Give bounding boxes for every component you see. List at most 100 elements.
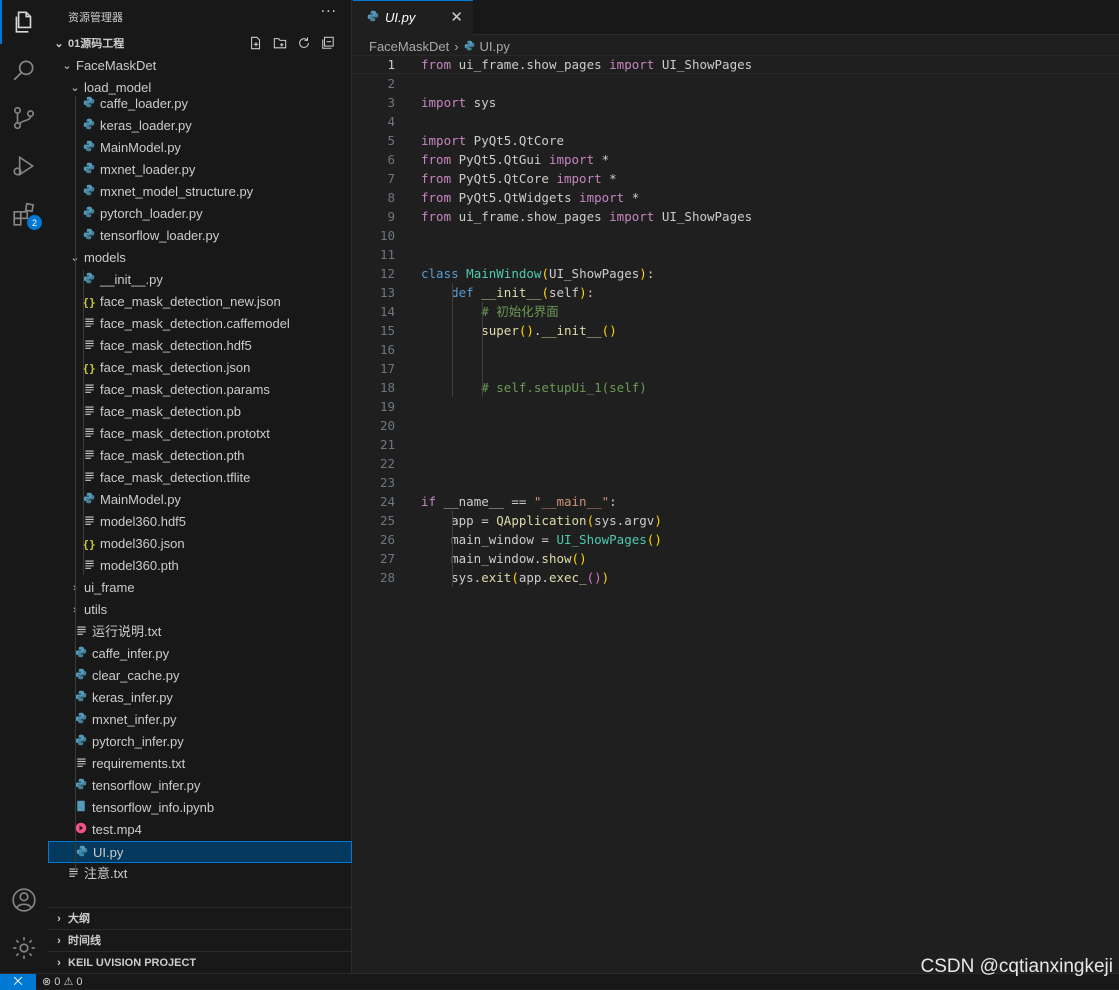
remote-indicator[interactable]: ⨉ <box>0 974 36 990</box>
code-editor[interactable]: 1 from ui_frame.show_pages import UI_Show… <box>353 55 1119 973</box>
tree-folder[interactable]: ⌄models <box>48 247 352 269</box>
run-debug-icon[interactable] <box>8 150 40 182</box>
code-line[interactable]: 14 # 初始化界面 <box>353 302 1119 321</box>
code-line[interactable]: 20 <box>353 416 1119 435</box>
tree-file[interactable]: caffe_infer.py <box>48 643 352 665</box>
tree-file[interactable]: 注意.txt <box>48 863 352 885</box>
code-line[interactable]: 18 # self.setupUi_1(self) <box>353 378 1119 397</box>
code-line[interactable]: 21 <box>353 435 1119 454</box>
tree-file[interactable]: keras_loader.py <box>48 115 352 137</box>
tree-file[interactable]: test.mp4 <box>48 819 352 841</box>
search-icon[interactable] <box>8 54 40 86</box>
code-line[interactable]: 11 <box>353 245 1119 264</box>
tree-file[interactable]: model360.pth <box>48 555 352 577</box>
tree-file[interactable]: face_mask_detection.caffemodel <box>48 313 352 335</box>
tree-file[interactable]: keras_infer.py <box>48 687 352 709</box>
tree-folder[interactable]: ›ui_frame <box>48 577 352 599</box>
code-line[interactable]: 23 <box>353 473 1119 492</box>
code-line[interactable]: 19 <box>353 397 1119 416</box>
tree-file[interactable]: model360.hdf5 <box>48 511 352 533</box>
new-folder-icon[interactable] <box>271 34 289 52</box>
code-line[interactable]: 8 from PyQt5.QtWidgets import * <box>353 188 1119 207</box>
tree-file[interactable]: {} face_mask_detection.json <box>48 357 352 379</box>
tree-file[interactable]: tensorflow_info.ipynb <box>48 797 352 819</box>
refresh-icon[interactable] <box>295 34 313 52</box>
new-file-icon[interactable] <box>247 34 265 52</box>
code-line[interactable]: 3 import sys <box>353 93 1119 112</box>
breadcrumb-folder[interactable]: FaceMaskDet <box>369 38 449 56</box>
tree-file[interactable]: face_mask_detection.hdf5 <box>48 335 352 357</box>
code-line[interactable]: 12 class MainWindow(UI_ShowPages): <box>353 264 1119 283</box>
tree-file[interactable]: pytorch_loader.py <box>48 203 352 225</box>
python-file-icon <box>82 225 96 247</box>
tree-item-label: face_mask_detection.tflite <box>100 470 251 485</box>
python-file-icon <box>74 775 88 797</box>
tree-folder[interactable]: ›utils <box>48 599 352 621</box>
tree-file[interactable]: MainModel.py <box>48 489 352 511</box>
tree-item-label: tensorflow_loader.py <box>100 228 220 243</box>
tree-file[interactable]: face_mask_detection.tflite <box>48 467 352 489</box>
code-line[interactable]: 9 from ui_frame.show_pages import UI_Show… <box>353 207 1119 226</box>
text-file-icon <box>82 555 96 577</box>
tab-ui-py[interactable]: UI.py ✕ <box>353 0 473 35</box>
tree-file[interactable]: mxnet_infer.py <box>48 709 352 731</box>
account-icon[interactable] <box>8 884 40 916</box>
tree-file[interactable]: face_mask_detection.params <box>48 379 352 401</box>
code-line[interactable]: 4 <box>353 112 1119 131</box>
tree-file[interactable]: __init__.py <box>48 269 352 291</box>
tree-file[interactable]: tensorflow_loader.py <box>48 225 352 247</box>
tree-item-label: face_mask_detection.hdf5 <box>100 338 252 353</box>
code-line[interactable]: 10 <box>353 226 1119 245</box>
code-line[interactable]: 15 super().__init__() <box>353 321 1119 340</box>
indent-guide <box>452 511 453 587</box>
text-file-icon <box>82 379 96 401</box>
tree-file[interactable]: MainModel.py <box>48 137 352 159</box>
tree-file[interactable]: mxnet_loader.py <box>48 159 352 181</box>
collapse-all-icon[interactable] <box>319 34 337 52</box>
tree-file[interactable]: pytorch_infer.py <box>48 731 352 753</box>
code-line[interactable]: 25 app = QApplication(sys.argv) <box>353 511 1119 530</box>
code-line[interactable]: 2 <box>353 74 1119 93</box>
explorer-icon[interactable] <box>8 6 40 38</box>
text-file-icon <box>82 423 96 445</box>
problems-indicator[interactable]: ⊗ 0 ⚠ 0 <box>42 975 83 988</box>
tree-file[interactable]: {} model360.json <box>48 533 352 555</box>
code-line[interactable]: 26 main_window = UI_ShowPages() <box>353 530 1119 549</box>
code-line[interactable]: 5 import PyQt5.QtCore <box>353 131 1119 150</box>
tree-file[interactable]: requirements.txt <box>48 753 352 775</box>
code-line[interactable]: 13 def __init__(self): <box>353 283 1119 302</box>
tree-folder[interactable]: ⌄ FaceMaskDet <box>48 55 352 77</box>
code-line[interactable]: 27 main_window.show() <box>353 549 1119 568</box>
tree-item-label: face_mask_detection.pb <box>100 404 241 419</box>
close-icon[interactable]: ✕ <box>450 8 463 26</box>
tree-file[interactable]: clear_cache.py <box>48 665 352 687</box>
code-line[interactable]: 24 if __name__ == "__main__": <box>353 492 1119 511</box>
breadcrumb-file[interactable]: UI.py <box>480 38 510 56</box>
code-line[interactable]: 1 from ui_frame.show_pages import UI_Show… <box>353 55 1119 74</box>
extensions-icon[interactable]: 2 <box>8 198 42 230</box>
more-actions-button[interactable]: ··· <box>321 4 337 20</box>
code-line[interactable]: 17 <box>353 359 1119 378</box>
line-number: 10 <box>379 228 395 243</box>
tree-file[interactable]: UI.py <box>48 841 352 863</box>
tree-file[interactable]: caffe_loader.py <box>48 93 352 115</box>
source-control-icon[interactable] <box>8 102 40 134</box>
settings-gear-icon[interactable] <box>8 932 40 964</box>
tree-file[interactable]: {} face_mask_detection_new.json <box>48 291 352 313</box>
code-line[interactable]: 28 sys.exit(app.exec_()) <box>353 568 1119 587</box>
code-line[interactable]: 22 <box>353 454 1119 473</box>
tree-file[interactable]: face_mask_detection.pth <box>48 445 352 467</box>
tree-item-label: UI.py <box>93 845 124 860</box>
outline-panel[interactable]: › 大纲 <box>48 907 352 929</box>
warning-count: 0 <box>76 976 83 988</box>
tree-file[interactable]: face_mask_detection.prototxt <box>48 423 352 445</box>
tree-file[interactable]: 运行说明.txt <box>48 621 352 643</box>
code-line[interactable]: 7 from PyQt5.QtCore import * <box>353 169 1119 188</box>
tree-file[interactable]: tensorflow_infer.py <box>48 775 352 797</box>
keil-project-panel[interactable]: › KEIL UVISION PROJECT <box>48 951 352 973</box>
code-line[interactable]: 16 <box>353 340 1119 359</box>
tree-file[interactable]: mxnet_model_structure.py <box>48 181 352 203</box>
code-line[interactable]: 6 from PyQt5.QtGui import * <box>353 150 1119 169</box>
timeline-panel[interactable]: › 时间线 <box>48 929 352 951</box>
tree-file[interactable]: face_mask_detection.pb <box>48 401 352 423</box>
